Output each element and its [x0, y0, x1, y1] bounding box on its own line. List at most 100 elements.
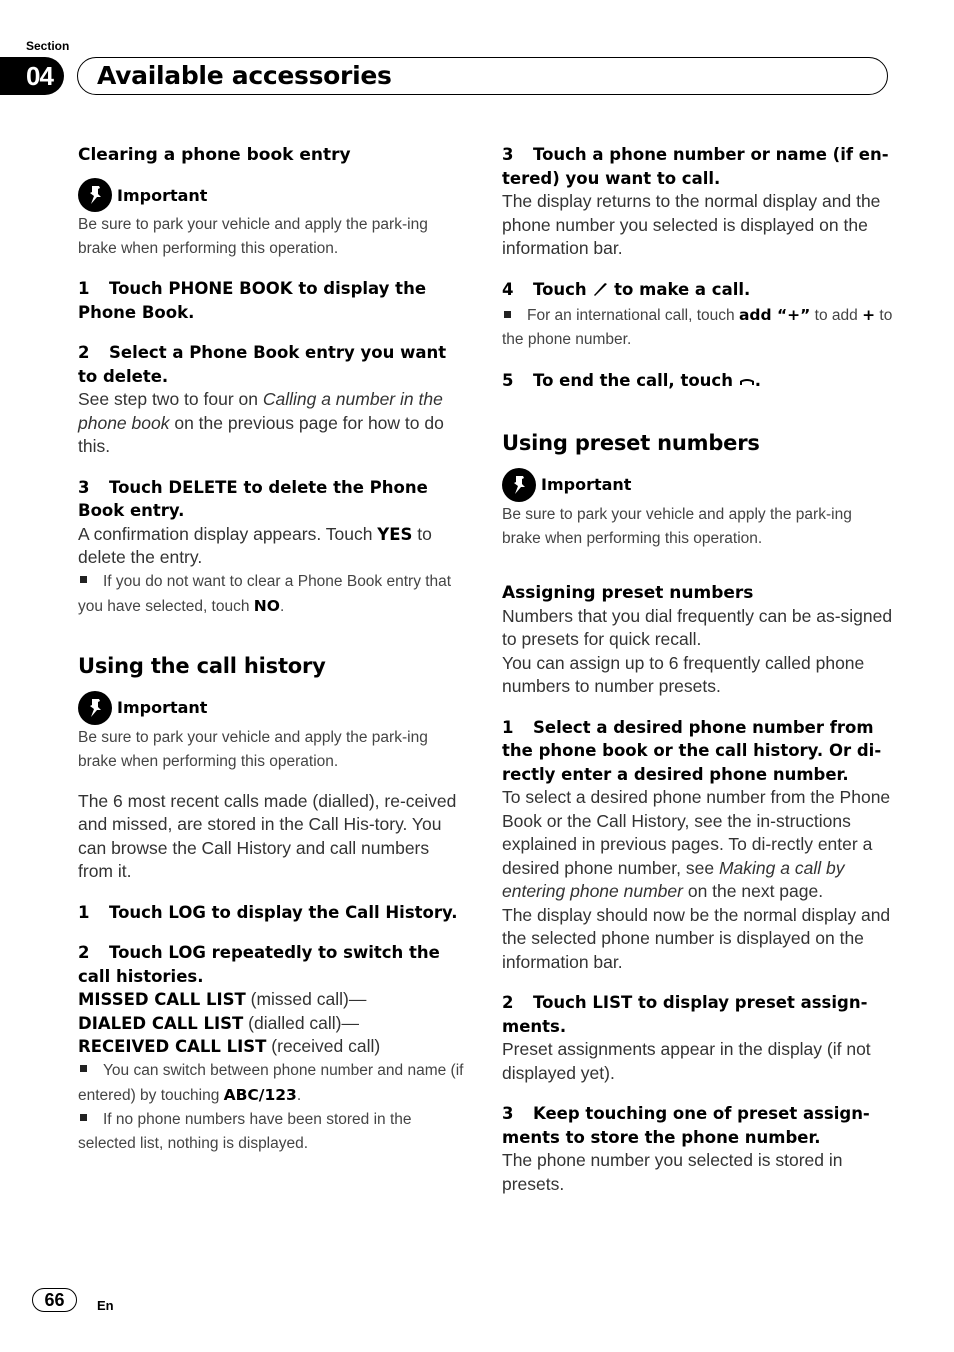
bullet-icon: [80, 1114, 87, 1122]
step-1-body: To select a desired phone number from th…: [502, 786, 894, 904]
step-number: 2: [78, 943, 90, 962]
step-4: 4 Touch to make a call.: [502, 278, 894, 304]
step-number: 5: [502, 371, 514, 390]
call-history-intro: The 6 most recent calls made (dialled), …: [78, 790, 457, 882]
step-2-body: See step two to four on Calling a number…: [78, 388, 468, 459]
bullet-icon: [504, 310, 511, 318]
key-label: add “+”: [738, 306, 811, 324]
step-2: 2 Touch LOG repeatedly to switch the call…: [78, 941, 468, 988]
step-number: 3: [502, 145, 514, 164]
step-text: Touch LIST to display preset assign-ment…: [502, 993, 868, 1036]
phone-handset-icon: [592, 280, 608, 304]
body-text: A confirmation display appears. Touch: [78, 523, 378, 544]
step-text: Touch a phone number or name (if en-tere…: [502, 145, 889, 188]
call-history-heading: Using the call history: [78, 653, 326, 678]
important-label: Important: [541, 475, 632, 494]
key-label: YES: [377, 524, 413, 544]
important-notice: Important: [78, 690, 468, 726]
step-text: Touch LOG to display the Call History.: [109, 902, 458, 922]
important-notice: Important: [78, 177, 468, 213]
list-name: DIALED CALL LIST: [78, 1013, 244, 1033]
step-4-note: For an international call, touch add “+”…: [502, 303, 894, 352]
step-number: 1: [502, 717, 514, 737]
step-text: To end the call, touch: [533, 371, 739, 390]
step-number: 2: [78, 343, 90, 362]
step-3: 3 Touch DELETE to delete the Phone Book e…: [78, 476, 468, 523]
preset-intro: You can assign up to 6 frequently called…: [502, 652, 865, 697]
body-text: See step two to four on: [78, 389, 263, 409]
step-number: 4: [502, 279, 514, 299]
call-list-item: MISSED CALL LIST (missed call)—: [78, 988, 468, 1012]
page-title: Available accessories: [97, 61, 392, 90]
pushpin-icon: [502, 467, 536, 502]
note-text: .: [296, 1086, 302, 1104]
step-2: 2 Select a Phone Book entry you want to d…: [78, 341, 468, 388]
list-desc: (dialled call)—: [243, 1012, 360, 1033]
assigning-subheading: Assigning preset numbers: [502, 582, 754, 603]
important-text: Be sure to park your vehicle and apply t…: [78, 728, 428, 770]
bullet-icon: [80, 576, 87, 584]
step-number: 1: [78, 279, 90, 298]
step-text: Touch DELETE to delete the Phone Book en…: [78, 477, 428, 521]
note: You can switch between phone number and …: [78, 1059, 468, 1108]
step-3-body: The phone number you selected is stored …: [502, 1150, 843, 1194]
note-text: For an international call, touch: [527, 307, 739, 324]
step-number: 3: [502, 1104, 514, 1123]
section-label: Section: [26, 39, 70, 53]
step-text: Touch: [533, 279, 593, 299]
hang-up-icon: [739, 371, 755, 395]
step-2: 2 Touch LIST to display preset assign-men…: [502, 991, 894, 1038]
right-column: 3 Touch a phone number or name (if en-ter…: [502, 143, 894, 1196]
preset-heading: Using preset numbers: [502, 430, 760, 455]
step-text: Touch LOG repeatedly to switch the call …: [78, 943, 440, 986]
list-desc: (missed call)—: [245, 989, 367, 1009]
step-3-body: The display returns to the normal displa…: [502, 191, 881, 258]
step-1: 1 Touch LOG to display the Call History.: [78, 901, 468, 925]
step-5: 5 To end the call, touch .: [502, 369, 894, 395]
step-text: Select a Phone Book entry you want to de…: [78, 343, 447, 386]
important-text: Be sure to park your vehicle and apply t…: [502, 505, 852, 547]
step-1: 1 Select a desired phone number from the …: [502, 716, 894, 787]
note-text: If no phone numbers have been stored in …: [78, 1110, 412, 1152]
key-label: ABC/123: [223, 1085, 297, 1104]
important-label: Important: [117, 185, 208, 205]
step-number: 1: [78, 902, 90, 922]
bullet-icon: [80, 1065, 87, 1073]
list-name: MISSED CALL LIST: [78, 990, 246, 1009]
key-label: NO: [253, 596, 280, 615]
list-desc: (received call): [266, 1036, 381, 1056]
step-1-body2: The display should now be the normal dis…: [502, 904, 891, 972]
step-2-body: Preset assignments appear in the display…: [502, 1039, 871, 1083]
clearing-heading: Clearing a phone book entry: [78, 145, 351, 165]
note: If no phone numbers have been stored in …: [78, 1108, 468, 1156]
call-list-item: DIALED CALL LIST (dialled call)—: [78, 1012, 468, 1036]
plus-symbol: +: [862, 306, 876, 324]
step-3-note: If you do not want to clear a Phone Book…: [78, 570, 468, 619]
step-3: 3 Keep touching one of preset assign-ment…: [502, 1102, 894, 1149]
language-label: En: [97, 1298, 114, 1313]
preset-intro: Numbers that you dial frequently can be …: [502, 605, 893, 650]
body-text: on the next page.: [682, 881, 824, 901]
important-notice: Important: [502, 467, 894, 503]
step-text: Keep touching one of preset assign-ments…: [502, 1104, 870, 1147]
step-text: Touch PHONE BOOK to display the Phone Bo…: [78, 279, 427, 322]
important-text: Be sure to park your vehicle and apply t…: [78, 216, 428, 257]
pushpin-icon: [78, 178, 112, 212]
step-1: 1 Touch PHONE BOOK to display the Phone B…: [78, 277, 468, 324]
left-column: Clearing a phone book entry Important Be…: [78, 143, 468, 1156]
note-text: .: [279, 597, 285, 615]
important-label: Important: [117, 698, 208, 717]
step-number: 2: [502, 993, 514, 1012]
step-text: to make a call.: [608, 279, 751, 299]
step-3-body: A confirmation display appears. Touch YE…: [78, 523, 468, 570]
call-list-item: RECEIVED CALL LIST (received call): [78, 1035, 468, 1059]
step-text: .: [754, 371, 761, 390]
step-number: 3: [78, 477, 90, 497]
page-number: 66: [32, 1288, 77, 1312]
step-text: Select a desired phone number from the p…: [502, 717, 882, 784]
section-number-tab: 04: [0, 57, 64, 95]
step-3: 3 Touch a phone number or name (if en-ter…: [502, 143, 894, 190]
list-name: RECEIVED CALL LIST: [78, 1037, 267, 1056]
note-text: to add: [810, 307, 863, 324]
pushpin-icon: [78, 690, 112, 725]
